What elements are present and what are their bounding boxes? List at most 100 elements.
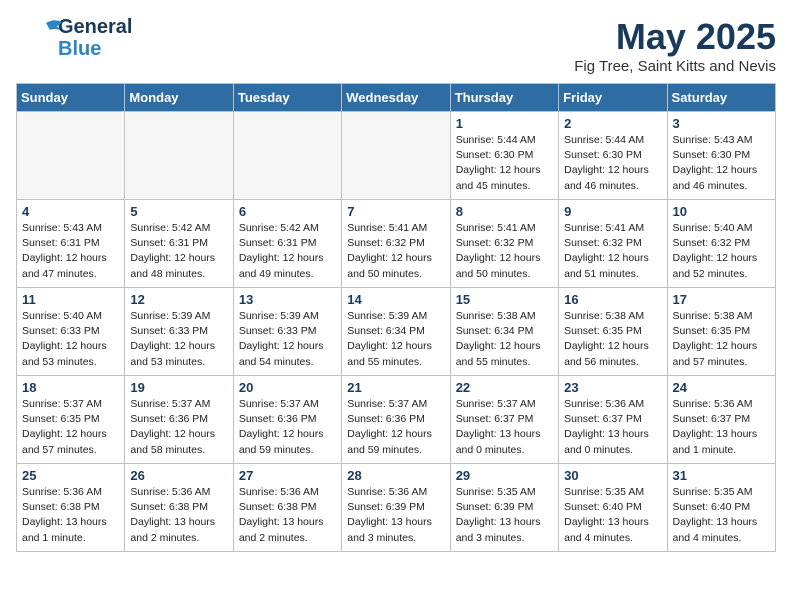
- calendar-cell: 15 Sunrise: 5:38 AM Sunset: 6:34 PM Dayli…: [450, 288, 558, 376]
- calendar-cell: [17, 112, 125, 200]
- day-info: Sunrise: 5:44 AM Sunset: 6:30 PM Dayligh…: [456, 133, 553, 194]
- calendar-week-row: 25 Sunrise: 5:36 AM Sunset: 6:38 PM Dayli…: [17, 464, 776, 552]
- weekday-header-sunday: Sunday: [17, 84, 125, 112]
- day-info: Sunrise: 5:35 AM Sunset: 6:40 PM Dayligh…: [564, 485, 661, 546]
- day-number: 26: [130, 468, 227, 483]
- day-info: Sunrise: 5:38 AM Sunset: 6:34 PM Dayligh…: [456, 309, 553, 370]
- day-number: 23: [564, 380, 661, 395]
- calendar-cell: 9Sunrise: 5:41 AM Sunset: 6:32 PM Daylig…: [559, 200, 667, 288]
- calendar-cell: 29 Sunrise: 5:35 AM Sunset: 6:39 PM Dayli…: [450, 464, 558, 552]
- day-info: Sunrise: 5:37 AM Sunset: 6:36 PM Dayligh…: [239, 397, 336, 458]
- weekday-header-tuesday: Tuesday: [233, 84, 341, 112]
- day-number: 13: [239, 292, 336, 307]
- day-info: Sunrise: 5:37 AM Sunset: 6:36 PM Dayligh…: [347, 397, 444, 458]
- month-title: May 2025: [574, 16, 776, 58]
- day-number: 16: [564, 292, 661, 307]
- logo: General Blue: [16, 16, 132, 60]
- calendar-cell: 30 Sunrise: 5:35 AM Sunset: 6:40 PM Dayli…: [559, 464, 667, 552]
- day-info: Sunrise: 5:44 AM Sunset: 6:30 PM Dayligh…: [564, 133, 661, 194]
- day-number: 11: [22, 292, 119, 307]
- calendar-table: SundayMondayTuesdayWednesdayThursdayFrid…: [16, 83, 776, 552]
- calendar-cell: 7Sunrise: 5:41 AM Sunset: 6:32 PM Daylig…: [342, 200, 450, 288]
- day-number: 2: [564, 116, 661, 131]
- calendar-cell: 24Sunrise: 5:36 AM Sunset: 6:37 PM Dayli…: [667, 376, 775, 464]
- calendar-cell: 3 Sunrise: 5:43 AM Sunset: 6:30 PM Daylig…: [667, 112, 775, 200]
- weekday-header-saturday: Saturday: [667, 84, 775, 112]
- calendar-cell: 5 Sunrise: 5:42 AM Sunset: 6:31 PM Daylig…: [125, 200, 233, 288]
- logo-blue: Blue: [58, 38, 132, 60]
- day-info: Sunrise: 5:39 AM Sunset: 6:33 PM Dayligh…: [130, 309, 227, 370]
- day-info: Sunrise: 5:37 AM Sunset: 6:35 PM Dayligh…: [22, 397, 119, 458]
- day-info: Sunrise: 5:36 AM Sunset: 6:37 PM Dayligh…: [564, 397, 661, 458]
- weekday-header-monday: Monday: [125, 84, 233, 112]
- day-number: 4: [22, 204, 119, 219]
- day-number: 25: [22, 468, 119, 483]
- logo: General Blue: [16, 16, 132, 60]
- calendar-cell: 22 Sunrise: 5:37 AM Sunset: 6:37 PM Dayli…: [450, 376, 558, 464]
- day-info: Sunrise: 5:41 AM Sunset: 6:32 PM Dayligh…: [564, 221, 661, 282]
- day-info: Sunrise: 5:40 AM Sunset: 6:33 PM Dayligh…: [22, 309, 119, 370]
- calendar-cell: 31 Sunrise: 5:35 AM Sunset: 6:40 PM Dayli…: [667, 464, 775, 552]
- calendar-cell: 17 Sunrise: 5:38 AM Sunset: 6:35 PM Dayli…: [667, 288, 775, 376]
- day-info: Sunrise: 5:41 AM Sunset: 6:32 PM Dayligh…: [347, 221, 444, 282]
- day-number: 21: [347, 380, 444, 395]
- day-info: Sunrise: 5:35 AM Sunset: 6:39 PM Dayligh…: [456, 485, 553, 546]
- day-number: 1: [456, 116, 553, 131]
- weekday-header-friday: Friday: [559, 84, 667, 112]
- day-number: 12: [130, 292, 227, 307]
- day-info: Sunrise: 5:36 AM Sunset: 6:38 PM Dayligh…: [22, 485, 119, 546]
- day-info: Sunrise: 5:42 AM Sunset: 6:31 PM Dayligh…: [239, 221, 336, 282]
- day-info: Sunrise: 5:37 AM Sunset: 6:36 PM Dayligh…: [130, 397, 227, 458]
- calendar-cell: 10 Sunrise: 5:40 AM Sunset: 6:32 PM Dayli…: [667, 200, 775, 288]
- day-number: 31: [673, 468, 770, 483]
- day-info: Sunrise: 5:41 AM Sunset: 6:32 PM Dayligh…: [456, 221, 553, 282]
- calendar-cell: [125, 112, 233, 200]
- calendar-cell: 13Sunrise: 5:39 AM Sunset: 6:33 PM Dayli…: [233, 288, 341, 376]
- page-header: General Blue May 2025 Fig Tree, Saint Ki…: [16, 16, 776, 75]
- day-number: 8: [456, 204, 553, 219]
- calendar-cell: 27 Sunrise: 5:36 AM Sunset: 6:38 PM Dayli…: [233, 464, 341, 552]
- day-info: Sunrise: 5:43 AM Sunset: 6:31 PM Dayligh…: [22, 221, 119, 282]
- day-number: 17: [673, 292, 770, 307]
- calendar-cell: 16 Sunrise: 5:38 AM Sunset: 6:35 PM Dayli…: [559, 288, 667, 376]
- calendar-cell: 6 Sunrise: 5:42 AM Sunset: 6:31 PM Daylig…: [233, 200, 341, 288]
- day-number: 22: [456, 380, 553, 395]
- logo-bird-icon: [16, 18, 66, 48]
- calendar-cell: 4 Sunrise: 5:43 AM Sunset: 6:31 PM Daylig…: [17, 200, 125, 288]
- calendar-week-row: 4 Sunrise: 5:43 AM Sunset: 6:31 PM Daylig…: [17, 200, 776, 288]
- calendar-cell: 11 Sunrise: 5:40 AM Sunset: 6:33 PM Dayli…: [17, 288, 125, 376]
- day-info: Sunrise: 5:39 AM Sunset: 6:34 PM Dayligh…: [347, 309, 444, 370]
- day-info: Sunrise: 5:38 AM Sunset: 6:35 PM Dayligh…: [673, 309, 770, 370]
- day-info: Sunrise: 5:37 AM Sunset: 6:37 PM Dayligh…: [456, 397, 553, 458]
- weekday-header-row: SundayMondayTuesdayWednesdayThursdayFrid…: [17, 84, 776, 112]
- day-number: 5: [130, 204, 227, 219]
- day-number: 14: [347, 292, 444, 307]
- day-info: Sunrise: 5:42 AM Sunset: 6:31 PM Dayligh…: [130, 221, 227, 282]
- calendar-cell: 1 Sunrise: 5:44 AM Sunset: 6:30 PM Daylig…: [450, 112, 558, 200]
- weekday-header-wednesday: Wednesday: [342, 84, 450, 112]
- logo-general: General: [58, 16, 132, 38]
- day-number: 27: [239, 468, 336, 483]
- day-info: Sunrise: 5:43 AM Sunset: 6:30 PM Dayligh…: [673, 133, 770, 194]
- calendar-cell: [342, 112, 450, 200]
- day-number: 15: [456, 292, 553, 307]
- day-info: Sunrise: 5:40 AM Sunset: 6:32 PM Dayligh…: [673, 221, 770, 282]
- calendar-week-row: 18 Sunrise: 5:37 AM Sunset: 6:35 PM Dayli…: [17, 376, 776, 464]
- calendar-cell: 21 Sunrise: 5:37 AM Sunset: 6:36 PM Dayli…: [342, 376, 450, 464]
- day-number: 18: [22, 380, 119, 395]
- day-number: 24: [673, 380, 770, 395]
- day-number: 6: [239, 204, 336, 219]
- day-info: Sunrise: 5:35 AM Sunset: 6:40 PM Dayligh…: [673, 485, 770, 546]
- calendar-cell: 12 Sunrise: 5:39 AM Sunset: 6:33 PM Dayli…: [125, 288, 233, 376]
- day-info: Sunrise: 5:36 AM Sunset: 6:38 PM Dayligh…: [239, 485, 336, 546]
- calendar-week-row: 1 Sunrise: 5:44 AM Sunset: 6:30 PM Daylig…: [17, 112, 776, 200]
- weekday-header-thursday: Thursday: [450, 84, 558, 112]
- calendar-week-row: 11 Sunrise: 5:40 AM Sunset: 6:33 PM Dayli…: [17, 288, 776, 376]
- day-number: 29: [456, 468, 553, 483]
- day-number: 10: [673, 204, 770, 219]
- day-number: 3: [673, 116, 770, 131]
- calendar-cell: 28Sunrise: 5:36 AM Sunset: 6:39 PM Dayli…: [342, 464, 450, 552]
- day-number: 30: [564, 468, 661, 483]
- calendar-cell: [233, 112, 341, 200]
- day-info: Sunrise: 5:38 AM Sunset: 6:35 PM Dayligh…: [564, 309, 661, 370]
